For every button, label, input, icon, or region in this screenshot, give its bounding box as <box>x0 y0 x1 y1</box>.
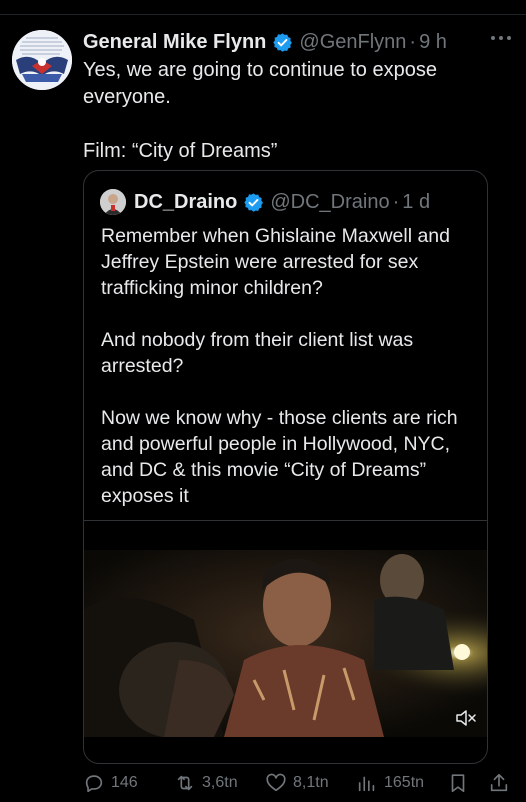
quote-author-handle: @DC_Draino <box>270 190 390 213</box>
share-icon <box>490 773 508 792</box>
retweet-icon <box>177 775 193 791</box>
views-icon <box>358 776 375 792</box>
verified-badge-icon <box>273 32 293 52</box>
verified-badge-icon <box>244 192 264 212</box>
like-icon <box>266 773 286 792</box>
quote-divider <box>84 520 487 521</box>
reply-icon <box>85 775 103 793</box>
quoted-tweet[interactable]: DC_Draino @DC_Draino · 1 d Remember when… <box>83 170 488 764</box>
retweet-count: 3,6tn <box>202 774 238 791</box>
quote-author-name: DC_Draino <box>134 190 238 213</box>
separator: · <box>409 30 417 53</box>
quote-header: DC_Draino @DC_Draino · 1 d <box>100 188 430 216</box>
views-button[interactable]: 165tn <box>356 772 424 794</box>
mute-icon[interactable] <box>455 709 477 727</box>
like-button[interactable]: 8,1tn <box>265 772 329 794</box>
quote-text: Remember when Ghislaine Maxwell and Jeff… <box>101 225 458 507</box>
quote-author-avatar <box>100 189 126 215</box>
separator: · <box>392 190 400 213</box>
quote-time: 1 d <box>402 190 431 213</box>
author-avatar[interactable] <box>12 30 72 90</box>
reply-button[interactable]: 146 <box>83 772 138 794</box>
more-icon[interactable] <box>490 34 512 42</box>
reply-count: 146 <box>111 774 138 791</box>
like-count: 8,1tn <box>293 774 329 791</box>
video-player[interactable] <box>84 550 487 737</box>
retweet-button[interactable]: 3,6tn <box>174 772 238 794</box>
tweet-header: General Mike Flynn @GenFlynn · 9 h <box>83 27 447 57</box>
share-button[interactable] <box>488 772 516 794</box>
action-bar: 146 3,6tn 8,1tn 165tn <box>83 772 513 798</box>
views-count: 165tn <box>384 774 425 791</box>
top-divider <box>0 14 526 15</box>
tweet-time[interactable]: 9 h <box>419 31 447 54</box>
bookmark-icon <box>451 774 465 793</box>
bookmark-button[interactable] <box>447 772 475 794</box>
author-name[interactable]: General Mike Flynn <box>83 31 266 54</box>
author-handle[interactable]: @GenFlynn <box>299 31 406 54</box>
video-frame <box>84 550 487 737</box>
tweet-text: Yes, we are going to continue to expose … <box>83 59 437 162</box>
